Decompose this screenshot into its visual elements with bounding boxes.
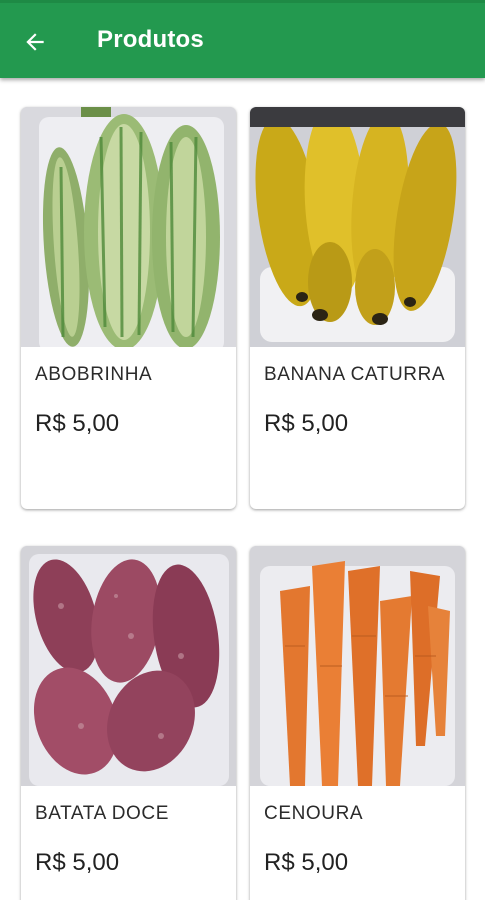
product-card[interactable]: BATATA DOCE R$ 5,00 (21, 546, 236, 900)
product-name: BATATA DOCE (35, 803, 169, 824)
product-card[interactable]: ABOBRINHA R$ 5,00 (21, 107, 236, 509)
arrow-left-icon (26, 33, 44, 51)
sweet-potato-photo (21, 546, 236, 786)
carrot-photo (250, 546, 465, 786)
product-price: R$ 5,00 (264, 410, 349, 437)
product-price: R$ 5,00 (264, 849, 349, 876)
app-bar: Produtos (0, 0, 485, 78)
product-card[interactable]: CENOURA R$ 5,00 (250, 546, 465, 900)
product-name: BANANA CATURRA (264, 364, 446, 385)
product-name: ABOBRINHA (35, 364, 153, 385)
banana-photo (250, 107, 465, 347)
page-title: Produtos (97, 26, 204, 53)
product-price: R$ 5,00 (35, 849, 120, 876)
zucchini-photo (21, 107, 236, 347)
product-name: CENOURA (264, 803, 364, 824)
back-button[interactable] (18, 25, 52, 59)
product-card[interactable]: BANANA CATURRA R$ 5,00 (250, 107, 465, 509)
product-price: R$ 5,00 (35, 410, 120, 437)
